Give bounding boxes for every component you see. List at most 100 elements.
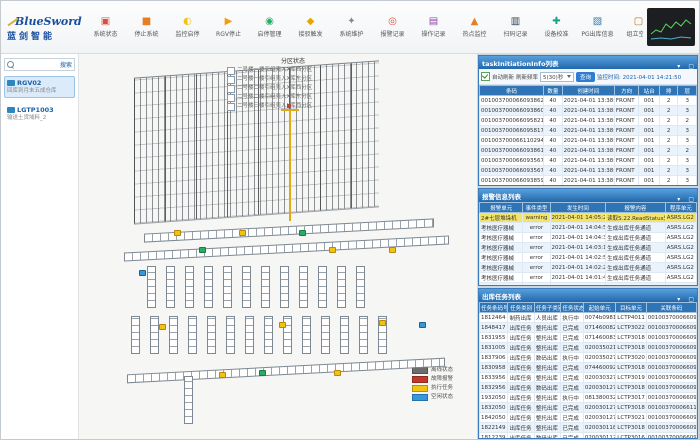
table-row[interactable]: 1833956出库任务整托出库已完成020030327LCTP301900100… xyxy=(480,373,697,383)
toolbar-operation-records[interactable]: ▤操作记录 xyxy=(413,14,454,40)
table-row[interactable]: 1831005出库任务整托出库已完成020035021LCTP301800100… xyxy=(480,343,697,353)
column-header[interactable]: 任务子类别 xyxy=(534,303,560,313)
toolbar-stop-system[interactable]: ■停止系统 xyxy=(126,14,167,40)
performance-sparkline-icon xyxy=(650,12,692,42)
column-header[interactable]: 关联条码 xyxy=(646,303,696,313)
column-header[interactable]: 目标单元 xyxy=(616,303,646,313)
table-row[interactable]: 考核医疗器械error2021-04-01 14:02:58生成出库任务通道AS… xyxy=(480,253,697,263)
search-input[interactable] xyxy=(16,62,58,68)
zone-checkbox-row[interactable]: 二号楼二楼引组壳入X库东分区 xyxy=(227,93,359,102)
brand-logo: BlueSword 蓝剑智能 xyxy=(1,12,83,42)
table-row[interactable]: 00100370006609356770402021-04-01 13:38:4… xyxy=(480,156,697,166)
table-row[interactable]: 1830958出库任务整托出库已完成074460092LCTP301800100… xyxy=(480,363,697,373)
column-header[interactable]: 创建时间 xyxy=(562,86,614,96)
table-row[interactable]: 1822149出库任务整托出库已完成020030118LCTP301800100… xyxy=(480,423,697,433)
auto-refresh-checkbox[interactable] xyxy=(481,72,490,81)
checkbox-icon[interactable] xyxy=(227,76,235,84)
zone-checkbox-row[interactable]: 二号楼二楼引组壳入X库西分区 xyxy=(227,84,359,93)
table-row[interactable]: 考核医疗器械error2021-04-01 14:01:05生成出库任务通道AS… xyxy=(480,283,697,287)
table-row[interactable]: 00100370006609356779402021-04-01 13:38:4… xyxy=(480,166,697,176)
column-header[interactable]: 报警内容 xyxy=(606,203,666,213)
zone-checkbox-row[interactable]: 二号楼一楼引组壳入X库东分区 xyxy=(227,75,359,84)
table-row[interactable]: 00100370006609582162402021-04-01 13:38:2… xyxy=(480,116,697,126)
table-cell: FRONT xyxy=(614,116,638,126)
toolbar-device-calibrate[interactable]: ✚设备校准 xyxy=(536,14,577,40)
table-cell: 3 xyxy=(678,166,697,176)
table-row[interactable]: 1812239出库任务数码出库已完成020030112LCTP301600100… xyxy=(480,433,697,440)
column-header[interactable]: 程序单元 xyxy=(665,203,696,213)
table-row[interactable]: 考核医疗器械error2021-04-01 14:03:12生成出库任务通道AS… xyxy=(480,243,697,253)
toolbar-dock-trigger[interactable]: ◆接驳触发 xyxy=(290,14,331,40)
table-row[interactable]: 1832050出库任务整托出库已完成020030127LCTP301800100… xyxy=(480,403,697,413)
column-header[interactable]: 方向 xyxy=(614,86,638,96)
zone-checkbox-row[interactable]: 二号楼三楼引组壳入X库西分区 xyxy=(227,102,359,111)
column-header[interactable]: 层 xyxy=(678,86,697,96)
table-cell: 020030127 xyxy=(583,403,615,413)
toolbar-stack-empty-box[interactable]: ▢组立空箱 xyxy=(618,14,643,40)
table-row[interactable]: 1812464制药出库人员出库执行中0074b0981LCTP401100100… xyxy=(480,313,697,323)
table-row[interactable]: 1842050出库任务整托出库已完成020030127LCTP302100100… xyxy=(480,413,697,423)
table-row[interactable]: 00100370006609386014402021-04-01 13:38:2… xyxy=(480,106,697,116)
column-header[interactable]: 站台 xyxy=(639,86,660,96)
column-header[interactable]: 起始单元 xyxy=(583,303,615,313)
table-row[interactable]: 00100370006609581747402021-04-01 13:38:3… xyxy=(480,126,697,136)
toolbar-rgv-stop[interactable]: ▶RGV停止 xyxy=(208,14,249,40)
table-row[interactable]: 1932050出库任务整托出库执行中081380032LCTP301700100… xyxy=(480,393,697,403)
checkbox-icon[interactable] xyxy=(227,85,235,93)
table-row[interactable]: 00100370006611029457402021-04-01 13:38:3… xyxy=(480,136,697,146)
column-header[interactable]: 任务条码号 xyxy=(480,303,508,313)
toolbar-label: 操作记录 xyxy=(421,29,445,38)
table-cell: 2 xyxy=(659,106,678,116)
table-row[interactable]: 00100370006609385911402021-04-01 13:38:5… xyxy=(480,176,697,186)
refresh-rate-select[interactable]: 5(30)秒 xyxy=(540,72,574,82)
table-cell: 40 xyxy=(544,96,563,106)
table-row[interactable]: 00100370006609385921402021-04-01 13:39:0… xyxy=(480,186,697,187)
vehicle-dot xyxy=(329,247,336,253)
toolbar-system-status[interactable]: ▣系统状态 xyxy=(85,14,126,40)
toolbar-monitor-toggle[interactable]: ◐监控启停 xyxy=(167,14,208,40)
column-header[interactable]: 数量 xyxy=(544,86,563,96)
legend-swatch xyxy=(412,394,428,401)
toolbar-system-maintain[interactable]: ✦系统维护 xyxy=(331,14,372,40)
table-row[interactable]: 2#七层堆垛机warning2021-04-01 14:05:22读取S.22.… xyxy=(480,213,697,223)
column-header[interactable]: 事件类型 xyxy=(523,203,550,213)
search-button[interactable]: 搜索 xyxy=(60,60,72,69)
toolbar-pg-outbound-info[interactable]: ▧PG出库信息 xyxy=(577,14,618,40)
table-row[interactable]: 考核医疗器械error2021-04-01 14:04:52生成出库任务通道AS… xyxy=(480,223,697,233)
device-item-rgv02[interactable]: RGV02回库到月末五成仓库 xyxy=(4,76,75,98)
toolbar-startstop-manage[interactable]: ◉启停管理 xyxy=(249,14,290,40)
column-header[interactable]: 任务状态 xyxy=(561,303,584,313)
column-header[interactable]: 报警单元 xyxy=(480,203,523,213)
table-row[interactable]: 1832956出库任务数码出库已完成020030127LCTP301800100… xyxy=(480,383,697,393)
table-row[interactable]: 考核医疗器械error2021-04-01 14:01:47生成出库任务通道AS… xyxy=(480,273,697,283)
checkbox-icon[interactable] xyxy=(227,103,235,111)
zone-label: 二号楼二楼引组壳入X库西分区 xyxy=(237,84,312,93)
table-row[interactable]: 1831955出库任务整托出库已完成071460083LCTP301800100… xyxy=(480,333,697,343)
zone-checkbox-row[interactable]: 二号楼一楼引组壳入X库西分区 xyxy=(227,66,359,75)
toolbar-hotspot-monitor[interactable]: ▲热点监控 xyxy=(454,14,495,40)
table-row[interactable]: 考核医疗器械error2021-04-01 14:04:31生成出库任务通道AS… xyxy=(480,233,697,243)
column-header[interactable]: 发生时间 xyxy=(550,203,606,213)
legend-label: 故障报警 xyxy=(431,375,453,384)
table-row[interactable]: 00100370006609386120402021-04-01 13:38:4… xyxy=(480,146,697,156)
toolbar-scan-records[interactable]: ▥扫码记录 xyxy=(495,14,536,40)
table-row[interactable]: 00100370006609386238402021-04-01 13:38:2… xyxy=(480,96,697,106)
stop-system-icon: ■ xyxy=(142,16,151,28)
vehicle-dot xyxy=(389,247,396,253)
toolbar-alarm-records[interactable]: ◎报警记录 xyxy=(372,14,413,40)
table-cell: 00100370006609386238 xyxy=(646,413,696,423)
checkbox-icon[interactable] xyxy=(227,67,235,75)
table-row[interactable]: 1837906出库任务数码出库执行中020035027LCTP302000100… xyxy=(480,353,697,363)
table-row[interactable]: 考核医疗器械error2021-04-01 14:02:21生成出库任务通道AS… xyxy=(480,263,697,273)
warehouse-3d-view[interactable]: 分区状态 二号楼一楼引组壳入X库西分区二号楼一楼引组壳入X库东分区二号楼二楼引组… xyxy=(79,54,477,440)
checkbox-icon[interactable] xyxy=(227,94,235,102)
panel-header: 报警信息列表 ▾ ▢ xyxy=(479,189,697,202)
pallet-column xyxy=(245,316,254,354)
query-button[interactable]: 查询 xyxy=(576,72,595,82)
device-item-lgtp1003[interactable]: LGTP1003输送土货域料_2 xyxy=(4,103,75,125)
table-row[interactable]: 1848417出库任务整托出库已完成071460082LCTP302200100… xyxy=(480,323,697,333)
column-header[interactable]: 条码 xyxy=(480,86,544,96)
table-cell: 出库任务 xyxy=(508,413,534,423)
column-header[interactable]: 排 xyxy=(659,86,678,96)
column-header[interactable]: 任务类别 xyxy=(508,303,534,313)
